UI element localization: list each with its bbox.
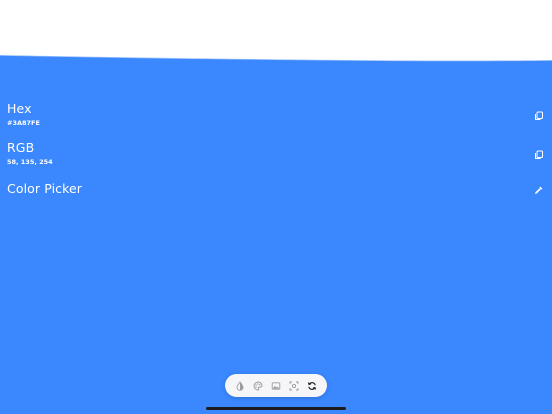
refresh-tool-button[interactable] — [306, 380, 318, 392]
color-picker-button[interactable] — [533, 184, 545, 196]
copy-hex-button[interactable] — [533, 110, 545, 122]
palette-tool-button[interactable] — [252, 380, 264, 392]
contrast-icon — [236, 380, 244, 391]
camera-scan-icon — [289, 381, 299, 390]
rgb-value: 58, 135, 254 — [7, 158, 53, 166]
color-swatch — [0, 54, 552, 414]
app-screen: Hex #3A87FE RGB 58, 135, 254 Color Picke… — [0, 0, 552, 414]
rgb-row: RGB 58, 135, 254 — [7, 140, 552, 166]
color-picker-label: Color Picker — [7, 181, 83, 196]
copy-rgb-button[interactable] — [533, 149, 545, 161]
contrast-tool-button[interactable] — [234, 380, 246, 392]
bottom-toolbar — [225, 374, 327, 397]
color-picker-row[interactable]: Color Picker — [7, 181, 552, 196]
camera-scan-tool-button[interactable] — [288, 380, 300, 392]
hex-label: Hex — [7, 101, 32, 116]
eyedropper-icon — [535, 186, 543, 194]
image-icon — [271, 381, 281, 390]
home-indicator — [206, 407, 346, 410]
palette-icon — [253, 381, 263, 390]
hex-value: #3A87FE — [7, 119, 40, 127]
copy-icon — [535, 150, 543, 159]
rgb-label: RGB — [7, 140, 35, 155]
refresh-icon — [307, 381, 317, 390]
image-tool-button[interactable] — [270, 380, 282, 392]
hex-row: Hex #3A87FE — [7, 101, 552, 127]
copy-icon — [535, 111, 543, 120]
